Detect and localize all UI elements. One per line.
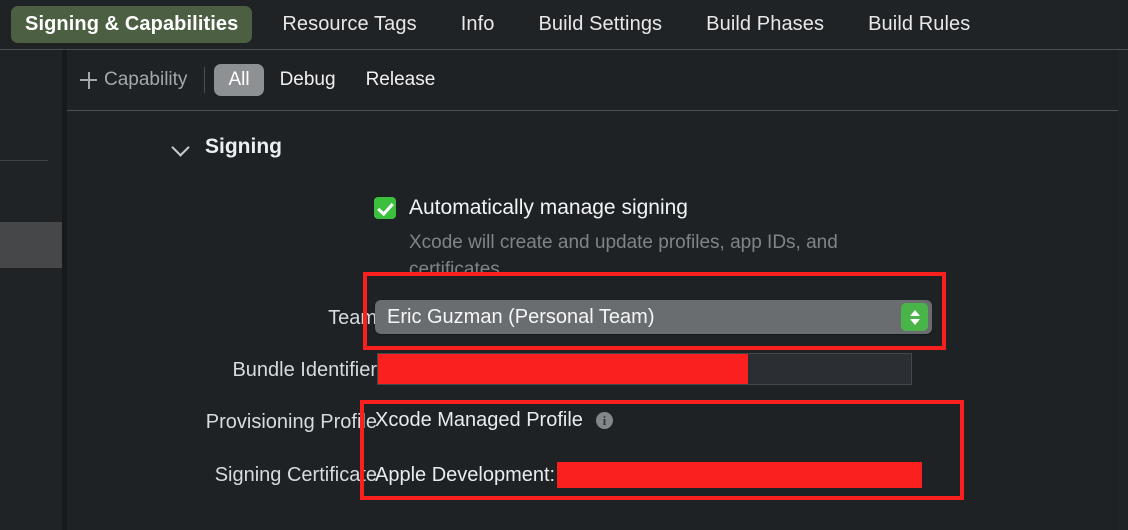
bundle-identifier-input[interactable] bbox=[377, 353, 912, 385]
automatically-manage-signing-checkbox[interactable] bbox=[374, 197, 396, 219]
team-popup-button[interactable]: Eric Guzman (Personal Team) bbox=[375, 300, 932, 334]
config-filter-all[interactable]: All bbox=[214, 64, 264, 96]
sidebar-divider bbox=[0, 160, 48, 161]
config-filter-debug[interactable]: Debug bbox=[266, 64, 350, 96]
tab-signing-and-capabilities[interactable]: Signing & Capabilities bbox=[11, 6, 253, 43]
tab-build-settings[interactable]: Build Settings bbox=[524, 6, 676, 43]
xcode-target-editor: Signing & Capabilities Resource Tags Inf… bbox=[0, 0, 1128, 530]
configuration-filter-group: All Debug Release bbox=[214, 64, 449, 96]
signing-form: Automatically manage signing Xcode will … bbox=[67, 111, 1118, 530]
sidebar-selected-row[interactable] bbox=[0, 222, 62, 268]
team-value: Eric Guzman (Personal Team) bbox=[387, 305, 655, 328]
tab-build-phases[interactable]: Build Phases bbox=[692, 6, 838, 43]
team-label: Team bbox=[328, 307, 377, 329]
toolbar-vertical-separator bbox=[204, 67, 206, 93]
signing-certificate-value: Apple Development: bbox=[375, 463, 556, 486]
provisioning-profile-value-row: Xcode Managed Profile i bbox=[375, 409, 613, 432]
chevron-up-glyph bbox=[909, 309, 920, 316]
capabilities-toolbar: Capability All Debug Release bbox=[67, 50, 1118, 110]
project-navigator-sidebar[interactable] bbox=[0, 50, 62, 530]
chevron-down-glyph bbox=[909, 318, 920, 325]
config-filter-release[interactable]: Release bbox=[352, 64, 450, 96]
tab-info[interactable]: Info bbox=[447, 6, 509, 43]
automatically-manage-signing-help-text: Xcode will create and update profiles, a… bbox=[409, 232, 838, 280]
signing-certificate-value-row: Apple Development: bbox=[375, 462, 923, 488]
editor-right-edge bbox=[1118, 50, 1128, 530]
add-capability-label: Capability bbox=[104, 69, 188, 90]
plus-icon bbox=[80, 71, 97, 89]
tab-resource-tags[interactable]: Resource Tags bbox=[268, 6, 430, 43]
up-down-chevron-icon[interactable] bbox=[901, 303, 928, 331]
bundle-identifier-redaction bbox=[378, 354, 748, 384]
target-editor-tab-bar: Signing & Capabilities Resource Tags Inf… bbox=[0, 0, 1128, 49]
tab-build-rules[interactable]: Build Rules bbox=[854, 6, 984, 43]
provisioning-profile-value: Xcode Managed Profile bbox=[375, 409, 583, 431]
signing-certificate-label: Signing Certificate bbox=[214, 464, 377, 486]
automatically-manage-signing-row[interactable]: Automatically manage signing bbox=[374, 196, 688, 220]
provisioning-profile-label: Provisioning Profile bbox=[205, 411, 377, 433]
automatically-manage-signing-label: Automatically manage signing bbox=[409, 196, 688, 219]
bundle-identifier-label: Bundle Identifier bbox=[232, 359, 377, 381]
info-icon[interactable]: i bbox=[595, 412, 613, 429]
add-capability-button[interactable]: Capability bbox=[80, 69, 187, 91]
signing-certificate-redaction bbox=[557, 462, 923, 488]
